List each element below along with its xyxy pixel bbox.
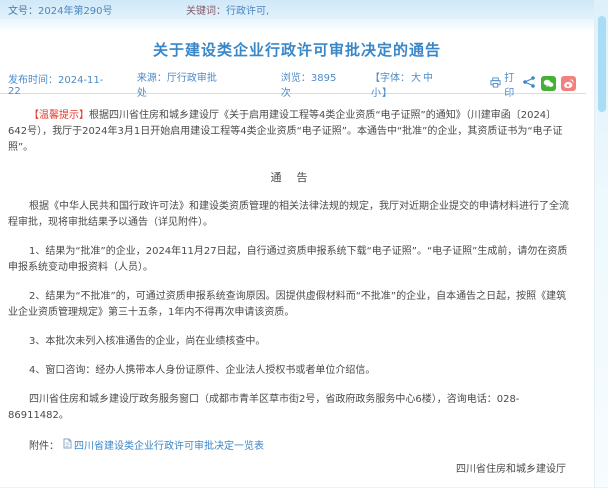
signing-agency: 四川省住房和城乡建设厅	[0, 460, 566, 475]
share-bar	[522, 75, 576, 92]
notice-heading: 通 告	[8, 169, 572, 185]
notice-paragraph: 【温馨提示】根据四川省住房和城乡建设厅《关于启用建设工程等4类企业资质“电子证照…	[8, 108, 572, 156]
doc-number-value: 2024年第290号	[38, 6, 113, 17]
font-size-large-button[interactable]: 大	[411, 73, 421, 84]
font-size-medium-button[interactable]: 中	[423, 73, 433, 84]
doc-number-label: 文号：	[8, 6, 38, 17]
vertical-scrollbar[interactable]	[594, 0, 608, 488]
print-label: 打印	[504, 69, 522, 99]
keywords-label: 关键词：	[186, 6, 226, 17]
font-size-small-button[interactable]: 小	[371, 88, 381, 99]
font-size-label: 【字体：	[370, 73, 410, 84]
paragraph-item-3: 3、本批次未列入核准通告的企业，尚在业绩核查中。	[8, 334, 572, 350]
attachment-link[interactable]: 四川省建设类企业行政许可审批决定一览表	[74, 437, 264, 452]
notice-text: 根据四川省住房和城乡建设厅《关于启用建设工程等4类企业资质“电子证照”的通知》（…	[8, 110, 563, 153]
paragraph-item-2: 2、结果为“不批准”的，可通过资质申报系统查询原因。因提供虚假材料而“不批准”的…	[8, 289, 572, 321]
announcement-page: 文号：2024年第290号 关键词：行政许可, 关于建设类企业行政许可审批决定的…	[0, 0, 608, 488]
attachment-label: 附件：	[29, 437, 59, 452]
weibo-share-icon[interactable]	[561, 76, 576, 91]
topbar-fade	[0, 19, 594, 33]
meta-row: 发布时间：2024-11-22 来源：厅行政审批处 浏览：3895次 【字体：大…	[0, 74, 586, 94]
paragraph-item-1: 1、结果为“批准”的企业，2024年11月27日起，自行通过资质申报系统下载“电…	[8, 244, 572, 276]
source: 来源：厅行政审批处	[137, 69, 221, 99]
publish-time: 发布时间：2024-11-22	[8, 71, 109, 97]
doc-info-bar: 文号：2024年第290号 关键词：行政许可,	[0, 0, 594, 19]
font-size-control: 【字体：大中小】	[370, 69, 450, 99]
keywords-value: 行政许可,	[226, 6, 269, 17]
print-button[interactable]: 打印	[490, 69, 522, 99]
view-count: 浏览：3895次	[281, 69, 342, 99]
printer-icon	[490, 77, 501, 91]
share-icon[interactable]	[522, 75, 536, 92]
page-title: 关于建设类企业行政许可审批决定的通告	[0, 39, 594, 60]
paragraph-basis: 根据《中华人民共和国行政许可法》和建设类资质管理的相关法律法规的规定，我厅对近期…	[8, 199, 572, 231]
paragraph-item-4: 4、窗口咨询：经办人携带本人身份证原件、企业法人授权书或者单位介绍信。	[8, 363, 572, 379]
scrollbar-thumb[interactable]	[598, 16, 606, 112]
attachment-file-icon	[63, 438, 72, 452]
signature-block: 四川省住房和城乡建设厅 2024年11月22日	[0, 460, 594, 488]
paragraph-contact: 四川省住房和城乡建设厅政务服务窗口（成都市青羊区草市街2号，省政府政务服务中心6…	[8, 392, 572, 424]
announcement-body: 【温馨提示】根据四川省住房和城乡建设厅《关于启用建设工程等4类企业资质“电子证照…	[0, 94, 594, 452]
notice-tag: 【温馨提示】	[29, 110, 89, 121]
attachment-row: 附件： 四川省建设类企业行政许可审批决定一览表	[8, 437, 572, 452]
wechat-share-icon[interactable]	[541, 76, 556, 91]
font-size-label-close: 】	[382, 88, 392, 99]
